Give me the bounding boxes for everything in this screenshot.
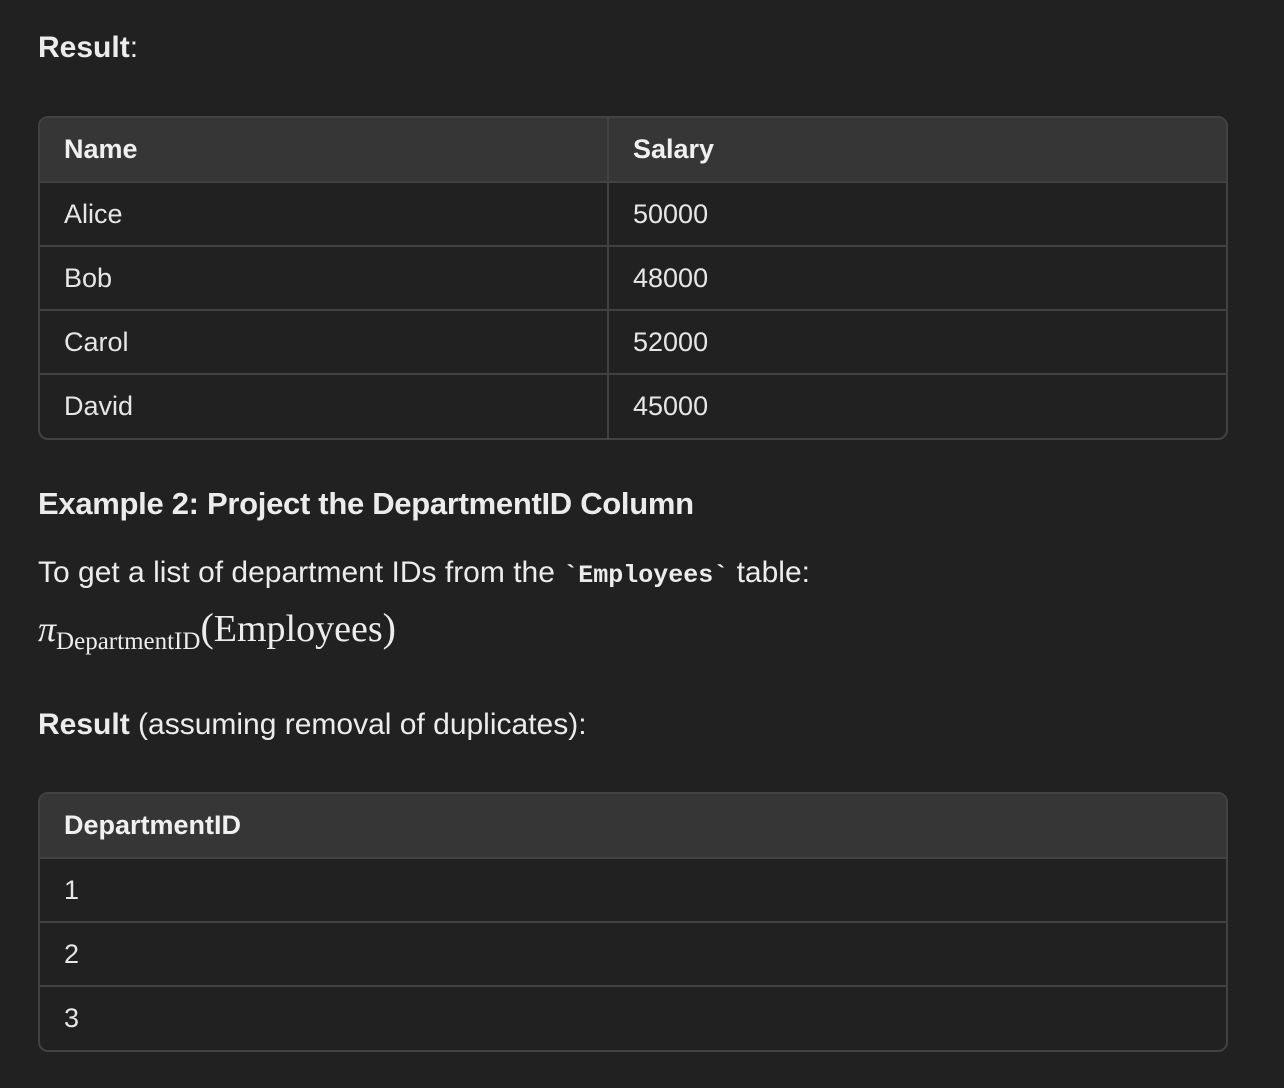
table-row: Alice 50000	[40, 181, 1226, 246]
table-row: 1	[40, 857, 1226, 922]
column-header-name: Name	[40, 118, 608, 182]
salary-cell: 52000	[607, 309, 1226, 374]
departmentid-cell: 3	[40, 985, 1226, 1050]
intro-text-after: table:	[728, 556, 810, 589]
table-row: Carol 52000	[40, 309, 1226, 374]
department-table: DepartmentID 1 2 3	[38, 792, 1228, 1052]
table-row: 3	[40, 985, 1226, 1050]
name-cell: Bob	[40, 245, 608, 310]
formula-open-paren: (	[200, 605, 214, 650]
example-2-intro: To get a list of department IDs from the…	[38, 553, 810, 596]
salary-cell: 45000	[607, 373, 1226, 438]
intro-text-before: To get a list of department IDs from the	[38, 556, 564, 589]
name-cell: David	[40, 373, 608, 438]
projection-operator: π	[38, 609, 57, 649]
departmentid-cell: 1	[40, 857, 1226, 922]
column-header-salary: Salary	[607, 118, 1226, 182]
salary-cell: 48000	[607, 245, 1226, 310]
column-header-departmentid: DepartmentID	[40, 794, 1226, 858]
table-row: Bob 48000	[40, 245, 1226, 310]
formula-close-paren: )	[382, 605, 396, 650]
salary-table: Name Salary Alice 50000 Bob 48000 Carol …	[38, 116, 1228, 440]
result-label: Result:	[38, 28, 138, 68]
result-label-bold: Result	[38, 31, 130, 64]
table-header-row: DepartmentID	[40, 794, 1226, 858]
result-label-colon: :	[129, 31, 139, 64]
result-2-label: Result (assuming removal of duplicates):	[38, 705, 587, 745]
salary-cell: 50000	[607, 181, 1226, 246]
result-2-rest: (assuming removal of duplicates):	[129, 708, 587, 741]
departmentid-cell: 2	[40, 921, 1226, 986]
result-2-bold: Result	[38, 708, 130, 741]
table-header-row: Name Salary	[40, 118, 1226, 182]
name-cell: Carol	[40, 309, 608, 374]
name-cell: Alice	[40, 181, 608, 246]
table-row: David 45000	[40, 373, 1226, 438]
inline-code-employees: `Employees`	[563, 561, 729, 590]
formula-argument: Employees	[213, 608, 383, 650]
projection-subscript: DepartmentID	[56, 628, 201, 655]
example-2-heading: Example 2: Project the DepartmentID Colu…	[38, 486, 694, 521]
table-row: 2	[40, 921, 1226, 986]
projection-formula: πDepartmentID(Employees)	[38, 604, 396, 666]
